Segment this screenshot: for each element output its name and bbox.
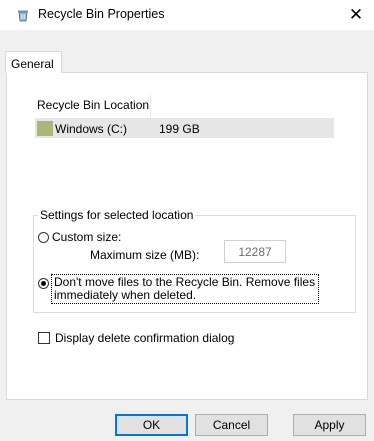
column-divider[interactable]	[150, 95, 151, 117]
location-list-header[interactable]: Recycle Bin Location	[37, 98, 149, 112]
dont-move-label[interactable]: Don't move files to the Recycle Bin. Rem…	[51, 274, 319, 304]
settings-group-label: Settings for selected location	[38, 208, 196, 222]
cancel-button[interactable]: Cancel	[195, 414, 268, 436]
tab-general[interactable]: General	[5, 51, 62, 73]
custom-size-radio[interactable]	[38, 232, 49, 243]
apply-button[interactable]: Apply	[293, 414, 366, 436]
drive-icon	[37, 121, 53, 136]
drive-name: Windows (C:)	[55, 122, 128, 136]
confirm-dialog-checkbox[interactable]	[38, 332, 50, 344]
close-button[interactable]: ✕	[338, 0, 374, 30]
window-title: Recycle Bin Properties	[38, 7, 165, 21]
location-list-item[interactable]: Windows (C:) 199 GB	[35, 118, 334, 138]
tab-label: General	[11, 57, 54, 71]
max-size-label: Maximum size (MB):	[90, 248, 200, 262]
ok-button[interactable]: OK	[115, 414, 188, 436]
title-bar[interactable]: Recycle Bin Properties ✕	[0, 0, 374, 30]
recycle-bin-icon	[18, 10, 28, 22]
dont-move-radio[interactable]	[38, 278, 49, 289]
drive-size: 199 GB	[159, 122, 200, 136]
custom-size-label[interactable]: Custom size:	[52, 230, 121, 244]
close-icon: ✕	[348, 5, 364, 24]
max-size-input[interactable]	[224, 240, 286, 263]
confirm-dialog-label[interactable]: Display delete confirmation dialog	[55, 331, 234, 345]
